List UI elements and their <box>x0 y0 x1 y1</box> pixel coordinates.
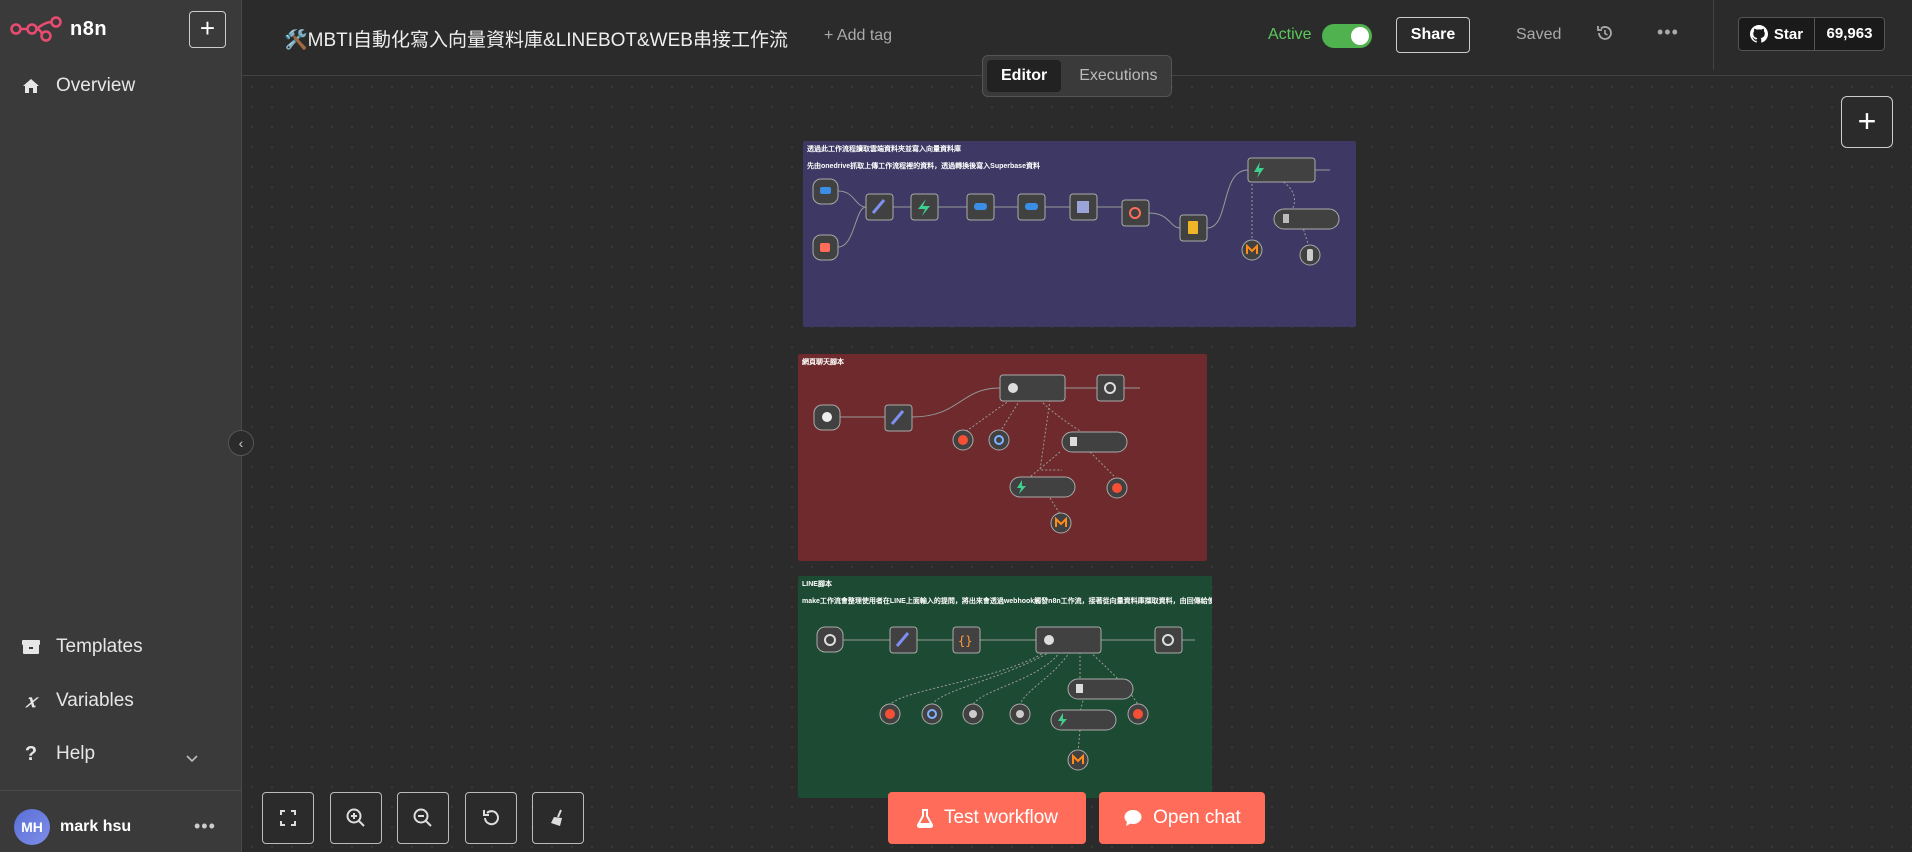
node-mistral-embed[interactable] <box>1241 239 1263 261</box>
node-groq-3[interactable] <box>879 703 901 725</box>
flask-icon <box>916 809 934 828</box>
node-supabase-store[interactable] <box>1009 476 1076 498</box>
chat-icon <box>1124 810 1142 826</box>
node-http-line[interactable] <box>1154 626 1183 654</box>
node-groq-4[interactable] <box>1127 703 1149 725</box>
node-onedrive-2[interactable] <box>1017 193 1046 221</box>
node-ai-agent-2[interactable] <box>1035 626 1102 654</box>
node-manual-trigger[interactable] <box>812 234 839 261</box>
node-memory-2[interactable] <box>921 703 943 725</box>
zoom-out-button[interactable] <box>397 792 449 844</box>
node-supabase-store-2[interactable] <box>1050 709 1117 731</box>
node-tool-1[interactable] <box>962 703 984 725</box>
node-vector-tool-2[interactable] <box>1067 678 1134 700</box>
workflow-graph: {} <box>812 157 1340 771</box>
node-supabase-1[interactable] <box>910 193 939 221</box>
node-mistral-embed-3[interactable] <box>1067 749 1089 771</box>
node-loader[interactable] <box>1273 208 1340 230</box>
broom-icon <box>551 809 562 826</box>
node-vector-tool[interactable] <box>1061 431 1128 453</box>
undo-icon <box>483 810 499 826</box>
node-ai-agent[interactable] <box>999 374 1066 402</box>
node-code[interactable] <box>1121 199 1150 227</box>
node-extract[interactable] <box>1069 193 1098 221</box>
test-workflow-button[interactable]: Test workflow <box>888 792 1086 844</box>
node-aggregate[interactable] <box>1179 214 1208 242</box>
zoom-out-icon <box>413 808 432 827</box>
tab-executions[interactable]: Executions <box>1065 60 1171 92</box>
node-groq-model[interactable] <box>952 429 974 451</box>
fit-view-button[interactable] <box>262 792 314 844</box>
svg-text:{}: {} <box>958 634 972 648</box>
fullscreen-icon <box>280 810 296 826</box>
node-chat-trigger[interactable] <box>813 404 841 431</box>
node-tool-2[interactable] <box>1009 703 1031 725</box>
n8n-app: n8n + Overview Templates 𝑥 Variables ? H… <box>0 0 1912 852</box>
node-supabase-vector[interactable] <box>1247 157 1316 183</box>
node-splitter[interactable] <box>1299 244 1321 266</box>
node-groq-model-2[interactable] <box>1106 477 1128 499</box>
node-set-3[interactable] <box>889 626 918 654</box>
test-workflow-label: Test workflow <box>943 807 1059 828</box>
node-set-2[interactable] <box>884 404 913 432</box>
node-memory[interactable] <box>988 429 1010 451</box>
node-mistral-embed-2[interactable] <box>1050 512 1072 534</box>
node-onedrive-trigger[interactable] <box>812 178 839 205</box>
tab-editor[interactable]: Editor <box>987 60 1062 92</box>
collapse-sidebar-button[interactable]: ‹ <box>228 430 254 456</box>
node-webhook-trigger[interactable] <box>816 626 844 653</box>
open-chat-button[interactable]: Open chat <box>1099 792 1265 844</box>
zoom-in-icon <box>346 808 365 827</box>
tidy-up-button[interactable] <box>532 792 584 844</box>
reset-zoom-button[interactable] <box>465 792 517 844</box>
node-set[interactable] <box>865 193 894 221</box>
node-onedrive-1[interactable] <box>966 193 995 221</box>
node-code-2[interactable]: {} <box>952 626 981 654</box>
zoom-in-button[interactable] <box>330 792 382 844</box>
open-chat-label: Open chat <box>1153 807 1241 828</box>
node-webhook-response[interactable] <box>1096 374 1125 402</box>
view-tabs: Editor Executions <box>982 55 1172 97</box>
